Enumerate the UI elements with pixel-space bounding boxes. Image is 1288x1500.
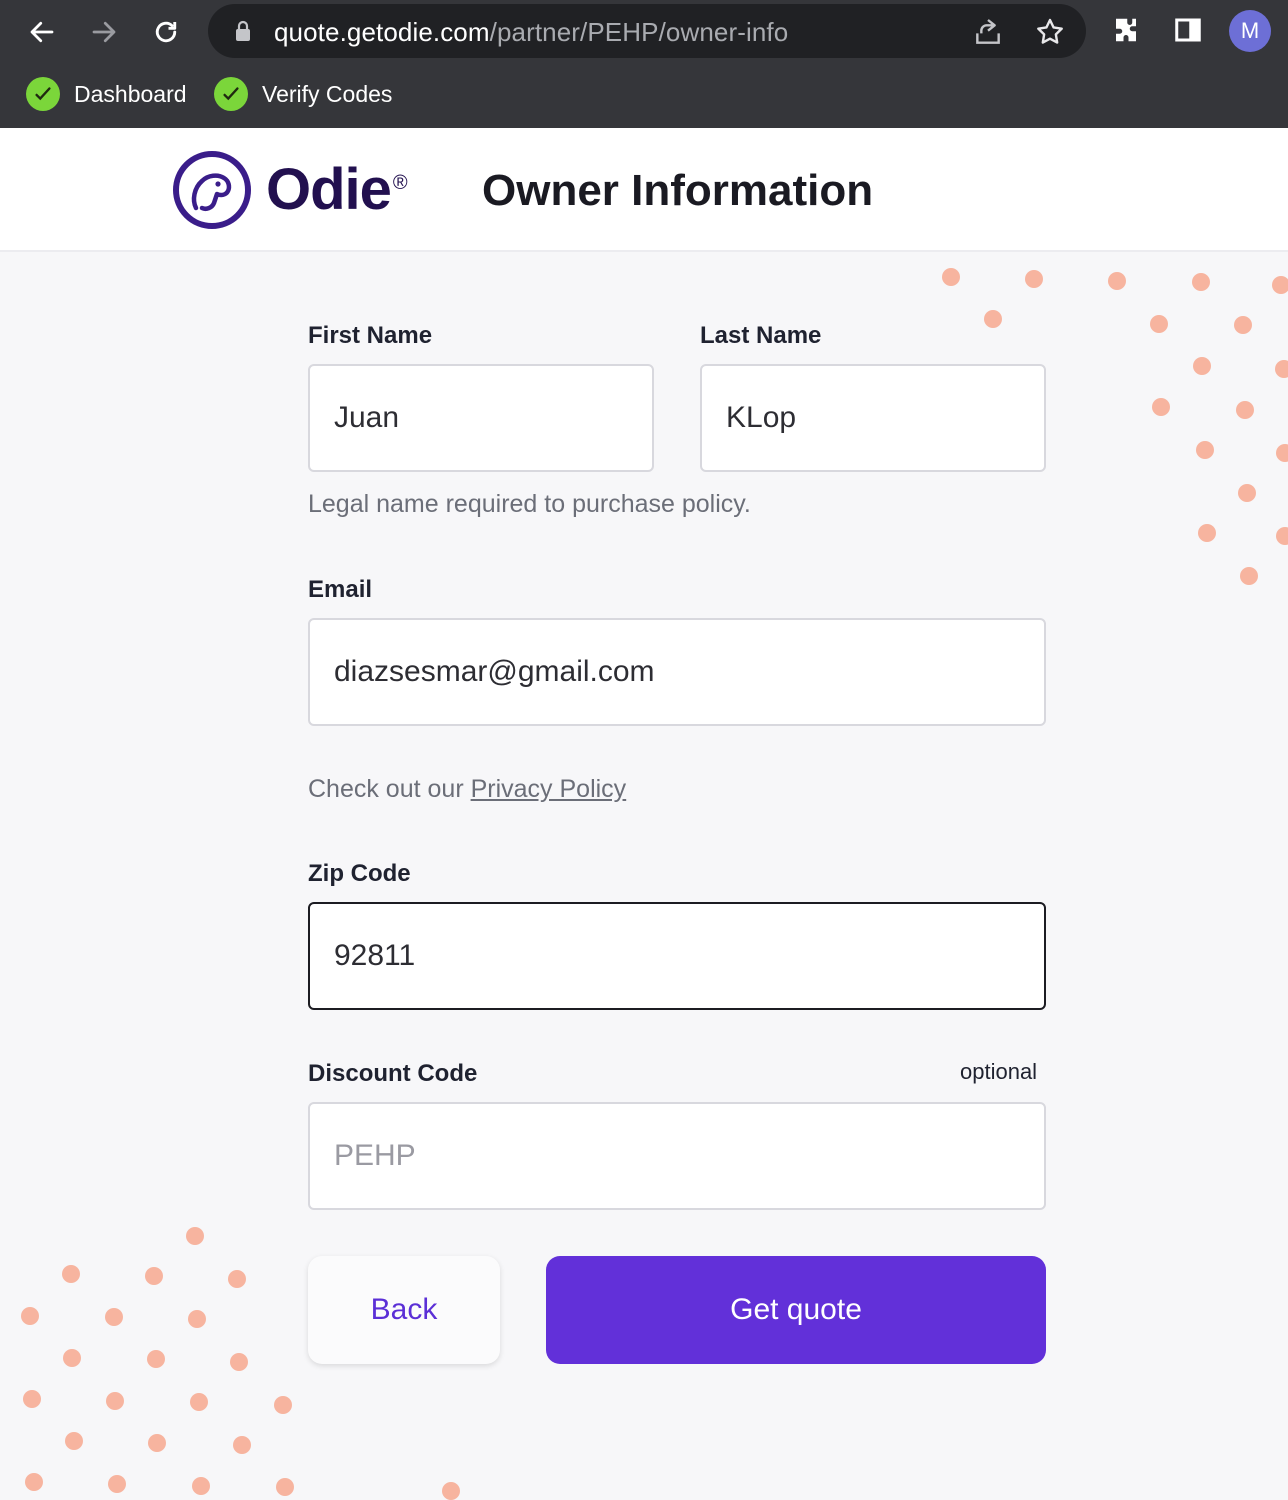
email-label: Email: [308, 576, 373, 603]
privacy-policy-link[interactable]: Privacy Policy: [471, 775, 627, 803]
bookmark-star-icon[interactable]: [1034, 16, 1066, 48]
forward-arrow-icon[interactable]: [84, 12, 124, 52]
name-helper-text: Legal name required to purchase policy.: [308, 490, 751, 518]
brand-wordmark: Odie ®: [266, 157, 408, 222]
page-title: Owner Information: [482, 166, 874, 215]
discount-code-input[interactable]: PEHP: [308, 1102, 1046, 1210]
check-pencil-icon: [26, 77, 60, 111]
browser-toolbar: quote.getodie.com/partner/PEHP/owner-inf…: [0, 0, 1288, 128]
optional-tag: optional: [960, 1059, 1038, 1084]
get-quote-button[interactable]: Get quote: [546, 1256, 1046, 1364]
lock-icon[interactable]: [234, 20, 252, 42]
back-arrow-icon[interactable]: [22, 12, 62, 52]
odie-logo-icon[interactable]: [172, 150, 252, 230]
address-bar[interactable]: quote.getodie.com/partner/PEHP/owner-inf…: [208, 4, 1086, 58]
last-name-input[interactable]: KLop: [700, 364, 1046, 472]
bookmark-dashboard[interactable]: Dashboard: [26, 74, 187, 114]
side-panel-icon[interactable]: [1170, 12, 1206, 48]
zip-code-label: Zip Code: [308, 860, 411, 887]
discount-code-label: Discount Code: [308, 1060, 478, 1087]
profile-avatar[interactable]: M: [1229, 10, 1271, 52]
bookmark-verify-codes[interactable]: Verify Codes: [214, 74, 392, 114]
page-header: Odie ® Owner Information: [0, 128, 1288, 252]
back-button[interactable]: Back: [308, 1256, 500, 1364]
email-input[interactable]: diazsesmar@gmail.com: [308, 618, 1046, 726]
first-name-label: First Name: [308, 322, 433, 349]
last-name-label: Last Name: [700, 322, 822, 349]
share-icon[interactable]: [972, 16, 1004, 48]
extensions-puzzle-icon[interactable]: [1108, 12, 1144, 48]
first-name-input[interactable]: Juan: [308, 364, 654, 472]
reload-icon[interactable]: [146, 12, 186, 52]
zip-code-input[interactable]: 92811: [308, 902, 1046, 1010]
url-text: quote.getodie.com/partner/PEHP/owner-inf…: [274, 17, 789, 47]
privacy-note: Check out our Privacy Policy: [308, 775, 627, 803]
check-pencil-icon: [214, 77, 248, 111]
